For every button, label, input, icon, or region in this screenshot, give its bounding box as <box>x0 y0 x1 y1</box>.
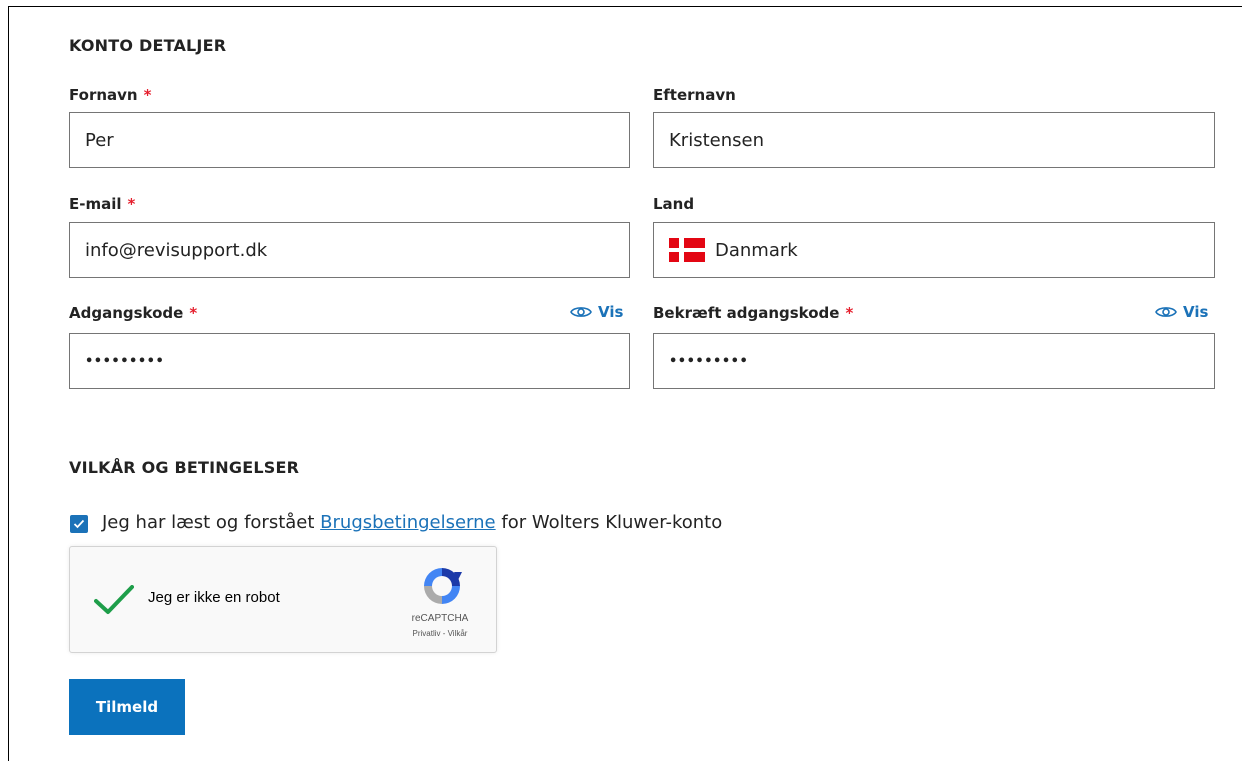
country-value: Danmark <box>715 239 798 261</box>
recaptcha-logo-icon <box>424 568 462 604</box>
show-password-label: Vis <box>598 303 624 321</box>
country-label: Land <box>653 195 695 213</box>
terms-checkbox[interactable] <box>70 515 88 533</box>
section-title-account: KONTO DETALJER <box>69 36 227 55</box>
terms-text-before: Jeg har læst og forstået <box>102 512 315 533</box>
terms-text-after: for Wolters Kluwer-konto <box>501 512 723 533</box>
required-mark: * <box>127 195 136 213</box>
show-confirm-password-label: Vis <box>1183 303 1209 321</box>
captcha-check-icon[interactable] <box>94 585 134 615</box>
section-title-terms: VILKÅR OG BETINGELSER <box>69 458 300 477</box>
first-name-label: Fornavn * <box>69 86 151 104</box>
password-value: ••••••••• <box>85 353 165 369</box>
terms-text: Jeg har læst og forstået Brugsbetingelse… <box>102 512 722 533</box>
password-label-text: Adgangskode <box>69 304 184 322</box>
last-name-field[interactable]: Kristensen <box>653 112 1215 168</box>
captcha-label: Jeg er ikke en robot <box>148 589 280 606</box>
first-name-field[interactable]: Per <box>69 112 630 168</box>
email-value: info@revisupport.dk <box>85 239 268 261</box>
recaptcha-widget: Jeg er ikke en robot reCAPTCHA Privatliv… <box>69 546 497 653</box>
submit-button[interactable]: Tilmeld <box>69 679 185 735</box>
first-name-label-text: Fornavn <box>69 86 138 104</box>
confirm-password-value: ••••••••• <box>669 353 749 369</box>
email-label: E-mail * <box>69 195 135 213</box>
last-name-label: Efternavn <box>653 86 736 104</box>
eye-icon <box>1155 307 1177 317</box>
show-password-toggle[interactable]: Vis <box>570 303 623 321</box>
required-mark: * <box>845 304 854 322</box>
confirm-password-label-text: Bekræft adgangskode <box>653 304 840 322</box>
password-label: Adgangskode * <box>69 304 197 322</box>
email-label-text: E-mail <box>69 195 122 213</box>
required-mark: * <box>143 86 152 104</box>
terms-link[interactable]: Brugsbetingelserne <box>320 512 495 533</box>
confirm-password-field[interactable]: ••••••••• <box>653 333 1215 389</box>
required-mark: * <box>189 304 198 322</box>
last-name-value: Kristensen <box>669 129 764 151</box>
country-select[interactable]: Danmark <box>653 222 1215 278</box>
captcha-links[interactable]: Privatliv - Vilkår <box>388 629 492 638</box>
first-name-value: Per <box>85 129 114 151</box>
checkmark-icon <box>73 519 85 529</box>
show-confirm-password-toggle[interactable]: Vis <box>1155 303 1208 321</box>
password-field[interactable]: ••••••••• <box>69 333 630 389</box>
captcha-brand: reCAPTCHA <box>411 613 469 624</box>
eye-icon <box>570 307 592 317</box>
confirm-password-label: Bekræft adgangskode * <box>653 304 853 322</box>
denmark-flag-icon <box>669 238 705 262</box>
email-field[interactable]: info@revisupport.dk <box>69 222 630 278</box>
